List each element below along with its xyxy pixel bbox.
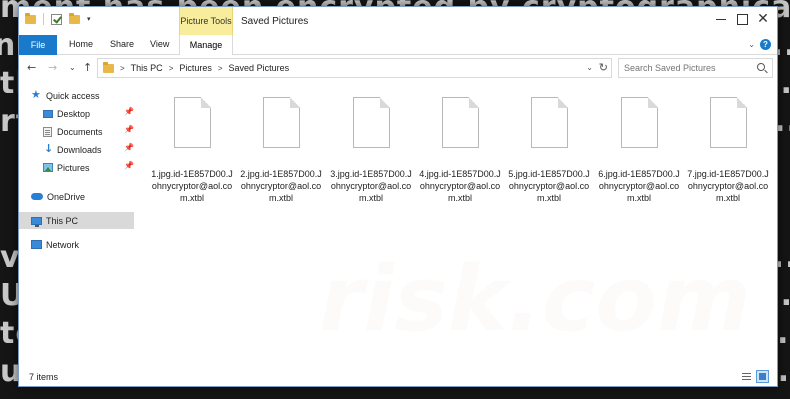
navigation-row: ← → ⌄ ↑ > This PC > Pictures > Saved Pic… <box>19 56 777 80</box>
file-corner-fold <box>290 97 300 108</box>
address-dropdown-icon[interactable]: ⌄ <box>586 63 593 72</box>
sidebar-item-label: Pictures <box>57 162 90 173</box>
title-bar: ▾ Picture Tools Saved Pictures ✕ <box>19 7 780 49</box>
search-input[interactable] <box>619 59 749 77</box>
watermark-text: risk.com <box>319 247 751 352</box>
file-item[interactable]: 2.jpg.id-1E857D00.Johnycryptor@aol.com.x… <box>238 91 324 203</box>
sidebar-item-desktop[interactable]: Desktop 📌 <box>19 105 134 122</box>
sidebar-item-label: Desktop <box>57 108 91 119</box>
file-name: 7.jpg.id-1E857D00.Johnycryptor@aol.com.x… <box>687 169 769 203</box>
sidebar-item-downloads[interactable]: Downloads 📌 <box>19 141 134 158</box>
sidebar-item-onedrive[interactable]: OneDrive <box>19 188 134 205</box>
sidebar-item-label: OneDrive <box>47 191 86 202</box>
file-corner-fold <box>648 97 658 108</box>
sidebar-item-network[interactable]: Network <box>19 236 134 253</box>
item-count: 7 items <box>29 372 59 382</box>
cloud-icon <box>31 193 43 200</box>
sidebar-item-label: Documents <box>57 126 103 137</box>
up-button[interactable]: ↑ <box>83 61 92 74</box>
new-folder-icon[interactable] <box>69 12 80 24</box>
file-item[interactable]: 5.jpg.id-1E857D00.Johnycryptor@aol.com.x… <box>506 91 592 203</box>
file-corner-fold <box>737 97 747 108</box>
file-item[interactable]: 6.jpg.id-1E857D00.Johnycryptor@aol.com.x… <box>596 91 682 203</box>
network-icon <box>31 240 42 249</box>
status-bar: 7 items <box>19 368 777 386</box>
file-item[interactable]: 4.jpg.id-1E857D00.Johnycryptor@aol.com.x… <box>417 91 503 203</box>
file-corner-fold <box>558 97 568 108</box>
picture-tools-label: Picture Tools <box>180 16 232 26</box>
search-icon[interactable] <box>757 63 765 71</box>
window-title: Saved Pictures <box>241 16 309 27</box>
pictures-icon <box>43 163 53 172</box>
breadcrumb-pictures[interactable]: Pictures <box>179 63 212 73</box>
sidebar-item-label: This PC <box>46 215 79 226</box>
file-name: 6.jpg.id-1E857D00.Johnycryptor@aol.com.x… <box>598 169 680 203</box>
tab-share[interactable]: Share <box>110 39 134 49</box>
file-name: 3.jpg.id-1E857D00.Johnycryptor@aol.com.x… <box>330 169 412 203</box>
file-name: 5.jpg.id-1E857D00.Johnycryptor@aol.com.x… <box>508 169 590 203</box>
breadcrumb-this-pc[interactable]: This PC <box>131 63 163 73</box>
back-button[interactable]: ← <box>27 61 36 74</box>
quick-access-toolbar: ▾ <box>25 12 91 25</box>
downloads-icon <box>43 142 53 155</box>
file-name: 1.jpg.id-1E857D00.Johnycryptor@aol.com.x… <box>151 169 233 203</box>
file-explorer-window: ▾ Picture Tools Saved Pictures ✕ File Ho… <box>18 6 778 387</box>
file-name: 4.jpg.id-1E857D00.Johnycryptor@aol.com.x… <box>419 169 501 203</box>
recent-locations-dropdown[interactable]: ⌄ <box>69 63 76 72</box>
sidebar-item-label: Downloads <box>57 144 102 155</box>
breadcrumb-saved-pictures[interactable]: Saved Pictures <box>229 63 290 73</box>
tab-manage[interactable]: Manage <box>179 35 233 55</box>
pin-icon: 📌 <box>124 107 134 116</box>
tab-home[interactable]: Home <box>69 39 93 49</box>
forward-button[interactable]: → <box>48 61 57 74</box>
pin-icon: 📌 <box>124 125 134 134</box>
tab-file[interactable]: File <box>19 35 57 55</box>
pin-icon: 📌 <box>124 161 134 170</box>
file-corner-fold <box>201 97 211 108</box>
close-button[interactable]: ✕ <box>746 7 780 31</box>
documents-icon <box>43 126 52 137</box>
search-box <box>618 58 773 78</box>
properties-icon[interactable] <box>51 13 62 25</box>
address-bar[interactable]: > This PC > Pictures > Saved Pictures ⌄ … <box>97 58 612 78</box>
expand-ribbon-icon[interactable]: ⌄ <box>748 40 755 49</box>
file-name: 2.jpg.id-1E857D00.Johnycryptor@aol.com.x… <box>240 169 322 203</box>
folder-icon <box>103 61 114 73</box>
sidebar-item-label: Network <box>46 239 80 250</box>
chevron-right-icon[interactable]: > <box>120 64 125 73</box>
file-item[interactable]: 3.jpg.id-1E857D00.Johnycryptor@aol.com.x… <box>328 91 414 203</box>
file-corner-fold <box>380 97 390 108</box>
navigation-pane: Quick access Desktop 📌 Documents 📌 Downl… <box>19 85 134 370</box>
sidebar-item-label: Quick access <box>46 90 100 101</box>
star-icon <box>31 88 42 101</box>
sidebar-item-pictures[interactable]: Pictures 📌 <box>19 159 134 176</box>
sidebar-item-documents[interactable]: Documents 📌 <box>19 123 134 140</box>
folder-icon <box>25 12 36 24</box>
help-icon[interactable]: ? <box>760 39 771 50</box>
desktop-icon <box>43 109 53 118</box>
details-view-icon[interactable] <box>741 371 752 382</box>
file-corner-fold <box>469 97 479 108</box>
customize-toolbar-dropdown[interactable]: ▾ <box>87 15 91 23</box>
divider <box>43 13 44 25</box>
chevron-right-icon[interactable]: > <box>169 64 174 73</box>
chevron-right-icon[interactable]: > <box>218 64 223 73</box>
tab-view[interactable]: View <box>150 39 169 49</box>
sidebar-item-this-pc[interactable]: This PC <box>19 212 134 229</box>
file-item[interactable]: 7.jpg.id-1E857D00.Johnycryptor@aol.com.x… <box>685 91 771 203</box>
ribbon-tabs: File Home Share View Manage ⌄ ? <box>19 35 777 55</box>
pin-icon: 📌 <box>124 143 134 152</box>
sidebar-item-quick-access[interactable]: Quick access <box>19 87 134 104</box>
computer-icon <box>31 216 42 227</box>
large-icons-view-icon[interactable] <box>756 370 769 383</box>
file-item[interactable]: 1.jpg.id-1E857D00.Johnycryptor@aol.com.x… <box>149 91 235 203</box>
refresh-icon[interactable]: ↻ <box>599 61 608 74</box>
